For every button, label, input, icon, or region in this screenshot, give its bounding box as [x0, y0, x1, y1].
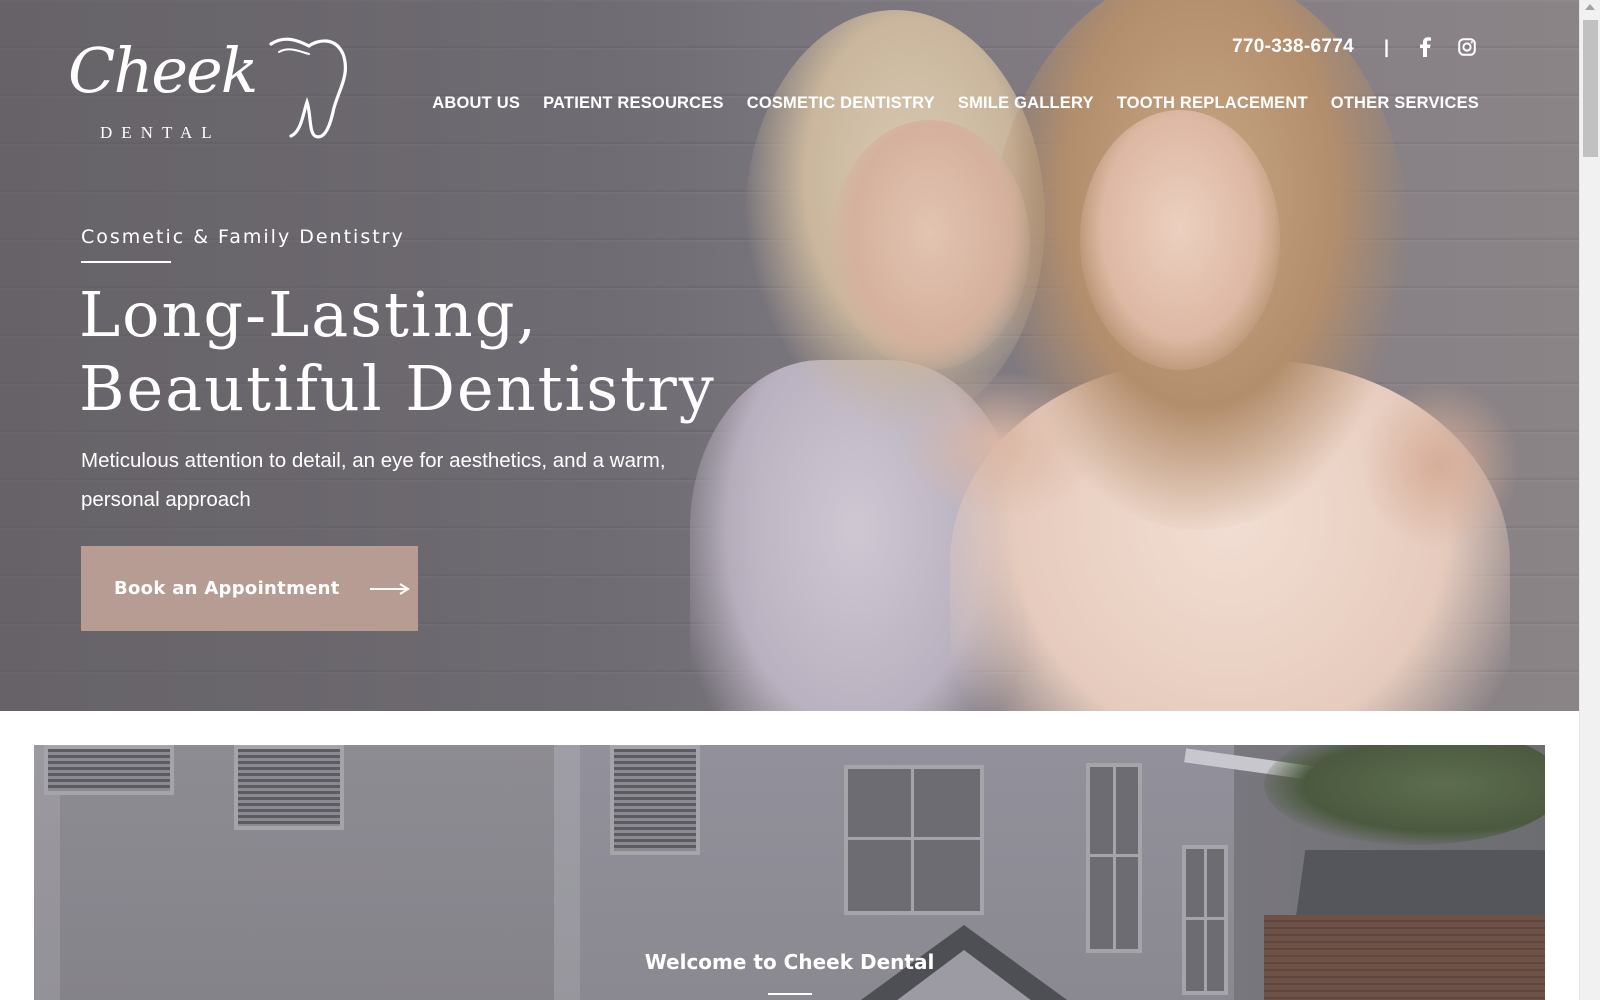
topbar-separator: |	[1383, 36, 1389, 57]
building-window	[610, 745, 700, 855]
building-window	[844, 765, 984, 915]
book-appointment-label: Book an Appointment	[114, 578, 340, 599]
logo-wordmark: Cheek	[68, 34, 258, 107]
hero-photo-hands	[900, 370, 1100, 520]
hero-subcopy: Meticulous attention to detail, an eye f…	[81, 449, 666, 511]
building-window	[234, 745, 344, 830]
tooth-logo-icon	[269, 37, 348, 139]
site-logo[interactable]: Cheek DENTAL	[66, 32, 348, 144]
building-window	[44, 745, 174, 795]
trees	[1264, 745, 1545, 845]
welcome-divider	[768, 993, 812, 995]
hero-headline-line1: Long-Lasting,	[79, 278, 539, 351]
top-contact-bar: 770-338-6774 |	[1232, 36, 1477, 58]
hero-eyebrow: Cosmetic & Family Dentistry	[81, 226, 405, 248]
page-scrollbar[interactable]	[1579, 0, 1600, 1000]
hero-photo-face-left	[830, 120, 1030, 370]
nav-item-patient-resources[interactable]: PATIENT RESOURCES	[543, 94, 724, 113]
welcome-section: Welcome to Cheek Dental	[34, 745, 1545, 1000]
nav-item-smile-gallery[interactable]: SMILE GALLERY	[958, 94, 1094, 113]
hero-photo-face-right	[1080, 110, 1280, 370]
welcome-title: Welcome to Cheek Dental	[644, 950, 935, 974]
eyebrow-divider	[81, 261, 171, 263]
hero-headline-line2: Beautiful Dentistry	[79, 352, 716, 425]
nav-item-cosmetic-dentistry[interactable]: COSMETIC DENTISTRY	[747, 94, 935, 113]
hero-photo-hands-right	[1360, 380, 1520, 550]
hero-headline: Long-Lasting, Beautiful Dentistry	[79, 278, 716, 426]
hero-banner: Cheek DENTAL 770-338-6774 | ABOUT US PAT…	[0, 0, 1579, 711]
phone-link[interactable]: 770-338-6774	[1232, 36, 1354, 58]
arrow-right-icon	[369, 582, 410, 595]
book-appointment-button[interactable]: Book an Appointment	[81, 546, 418, 631]
logo-subtitle: DENTAL	[100, 123, 221, 142]
nav-item-other-services[interactable]: OTHER SERVICES	[1331, 94, 1479, 113]
building-window	[1086, 763, 1142, 953]
scroll-thumb[interactable]	[1583, 20, 1598, 157]
main-nav: ABOUT US PATIENT RESOURCES COSMETIC DENT…	[432, 94, 1479, 113]
facebook-icon[interactable]	[1415, 37, 1435, 57]
nav-item-about-us[interactable]: ABOUT US	[432, 94, 520, 113]
instagram-icon[interactable]	[1457, 37, 1477, 57]
scroll-up-arrow-icon[interactable]	[1585, 4, 1595, 10]
nav-item-tooth-replacement[interactable]: TOOTH REPLACEMENT	[1117, 94, 1308, 113]
